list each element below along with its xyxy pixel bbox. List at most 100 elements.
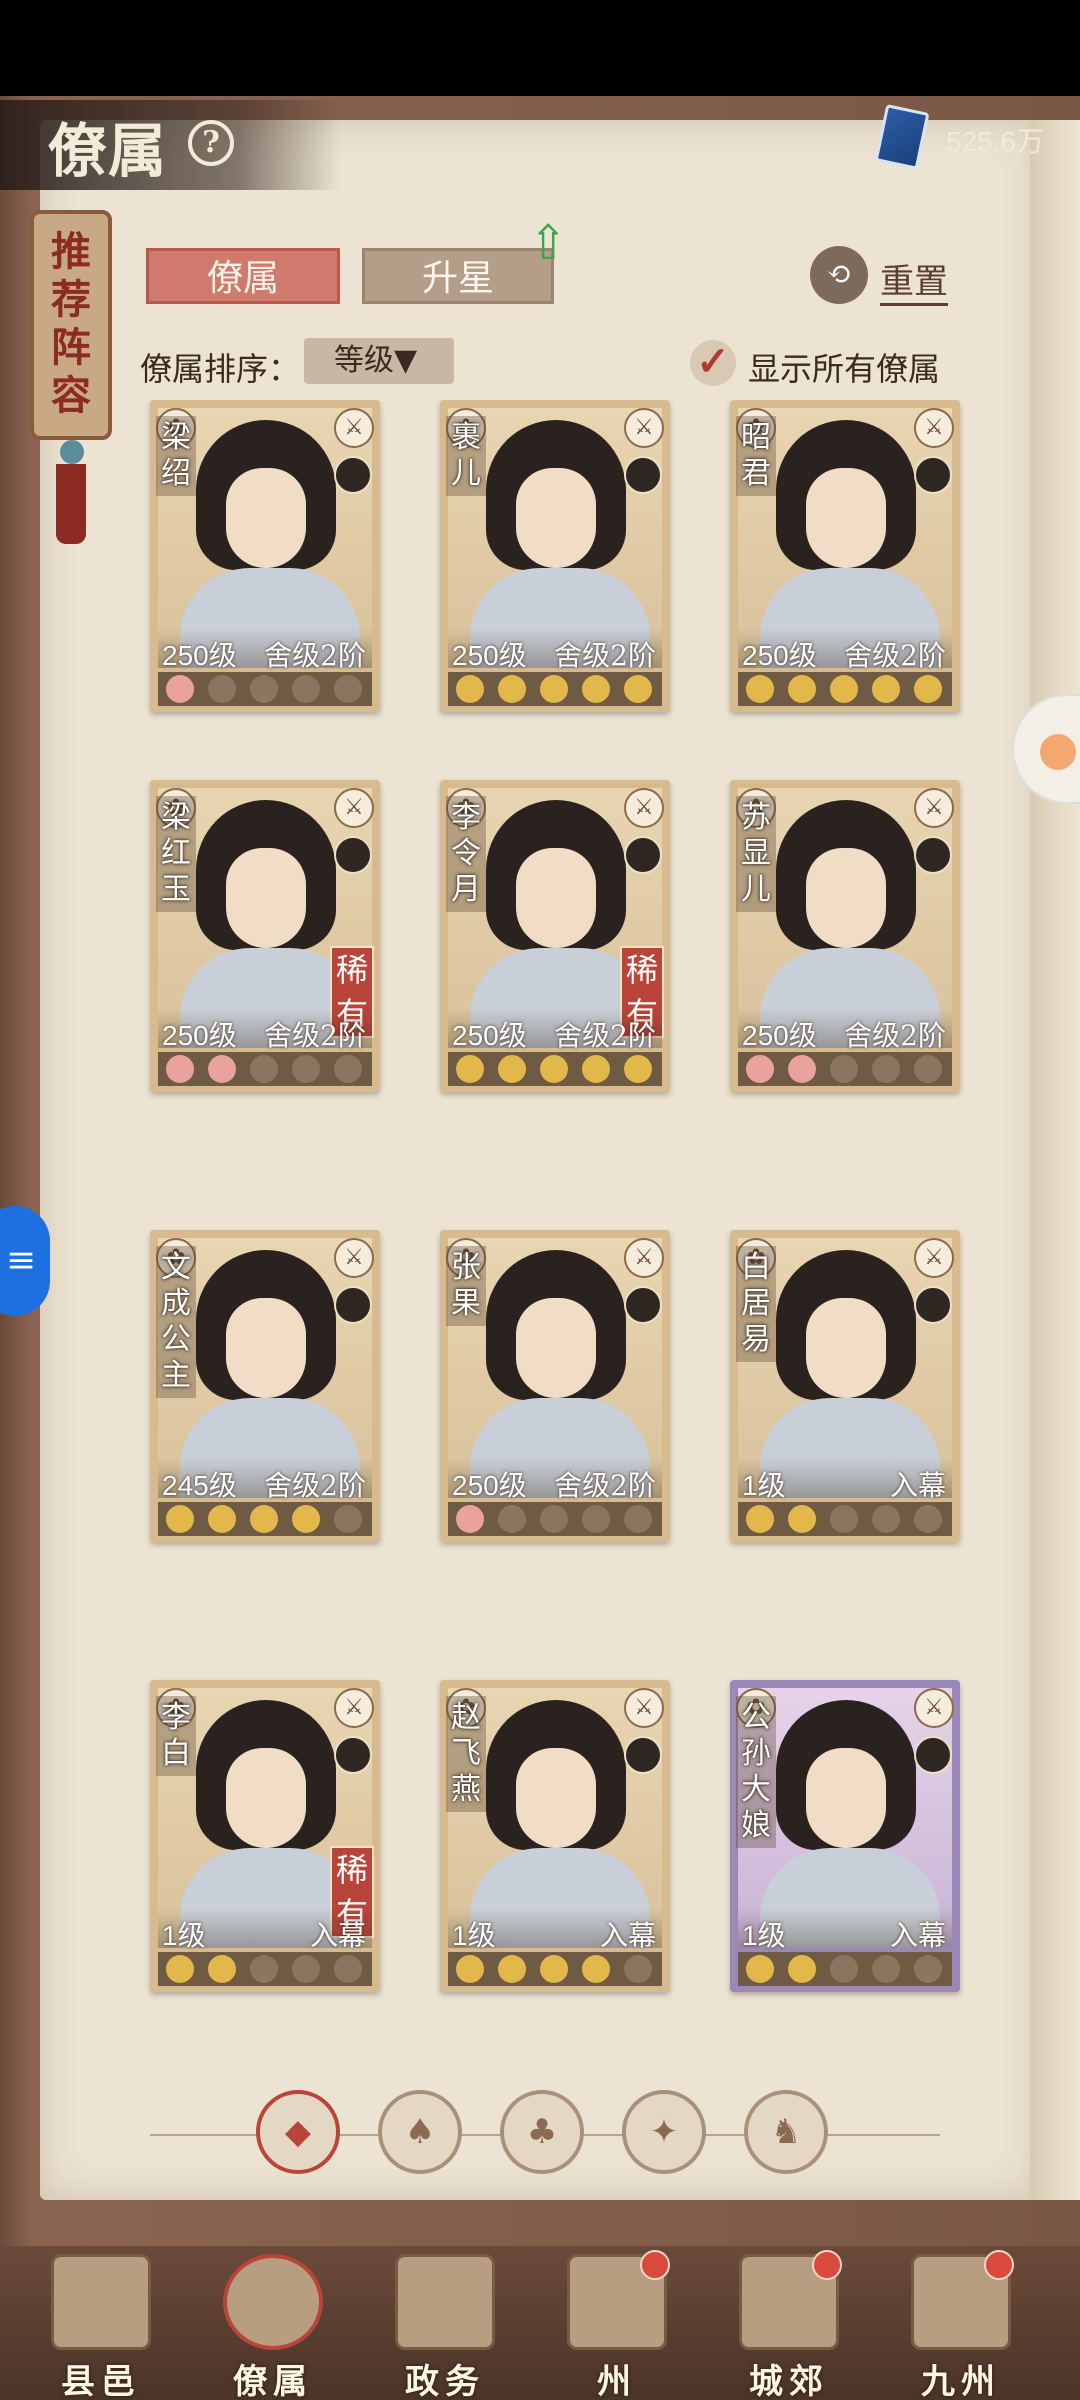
official-rank: 舍级2阶 [264, 1019, 366, 1052]
moon-star-icon [208, 675, 236, 703]
tab-officials[interactable]: 僚属 [146, 248, 340, 304]
partner-avatar [624, 836, 662, 874]
nav-item-label: 城郊 [749, 2362, 829, 2400]
sort-label: 僚属排序： [140, 350, 301, 388]
official-card[interactable]: ✿ ⚔ 昭君 250级 舍级2阶 [730, 400, 960, 712]
floating-assistant-button[interactable]: ≡ [0, 1206, 50, 1316]
upgrade-arrow-icon: ⇧ [528, 215, 569, 271]
nav-item[interactable]: 九州 [886, 2250, 1036, 2400]
moon-star-icon [166, 1055, 194, 1083]
official-name: 苏显儿 [736, 796, 776, 912]
all-filter-icon[interactable]: ◆ [256, 2090, 340, 2174]
moon-star-icon [746, 1505, 774, 1533]
help-icon[interactable]: ? [188, 120, 234, 166]
official-rank: 舍级2阶 [264, 639, 366, 672]
official-card[interactable]: ✿ ⚔ 白居易 1级 入幕 [730, 1230, 960, 1542]
gourd-filter-icon[interactable]: ♣ [500, 2090, 584, 2174]
nav-item[interactable]: 政务 [370, 2252, 520, 2400]
moon-star-icon [872, 675, 900, 703]
nav-item[interactable]: 僚属 [198, 2252, 348, 2400]
partner-avatar [914, 456, 952, 494]
official-name: 裹儿 [446, 416, 486, 496]
level-row: 250级 舍级2阶 [448, 1008, 662, 1052]
official-card[interactable]: ✿ ⚔ 公孙大娘 1级 入幕 [730, 1680, 960, 1992]
official-card[interactable]: ✿ ⚔ 梁绍 250级 舍级2阶 [150, 400, 380, 712]
partner-avatar [334, 836, 372, 874]
nav-item-label: 僚属 [233, 2362, 313, 2400]
portrait-face [806, 1298, 886, 1398]
official-name: 公孙大娘 [736, 1696, 776, 1848]
star-moons [158, 1052, 372, 1086]
moon-star-icon [830, 1505, 858, 1533]
moon-star-icon [292, 1955, 320, 1983]
official-level: 250级 [452, 1020, 527, 1051]
moon-star-icon [788, 1955, 816, 1983]
sort-dropdown[interactable]: 等级▼ [304, 338, 454, 384]
official-rank: 入幕 [599, 1919, 656, 1952]
official-card[interactable]: ✿ ⚔ 苏显儿 250级 舍级2阶 [730, 780, 960, 1092]
official-level: 1级 [452, 1920, 496, 1951]
portrait-face [226, 1748, 306, 1848]
portrait-face [516, 1748, 596, 1848]
nav-item[interactable]: 州 [542, 2250, 692, 2400]
reset-button[interactable]: 重置 [880, 254, 948, 306]
role-icon: ⚔ [914, 788, 954, 828]
official-rank: 舍级2阶 [554, 1469, 656, 1502]
official-level: 250级 [742, 1020, 817, 1051]
partner-avatar [334, 456, 372, 494]
page-title: 僚属 [48, 117, 169, 185]
moon-star-icon [456, 1955, 484, 1983]
partner-avatar [914, 1286, 952, 1324]
official-name: 昭君 [736, 416, 776, 496]
official-level: 1级 [162, 1920, 206, 1951]
official-name: 李白 [156, 1696, 196, 1776]
moon-star-icon [582, 1055, 610, 1083]
role-icon: ⚔ [334, 788, 374, 828]
star-moons [448, 672, 662, 706]
level-row: 250级 舍级2阶 [738, 1008, 952, 1052]
nav-item[interactable]: 城郊 [714, 2250, 864, 2400]
tab-star-upgrade[interactable]: 升星 [362, 248, 554, 304]
portrait-face [226, 468, 306, 568]
moon-star-icon [582, 1955, 610, 1983]
bell-filter-icon[interactable]: ♠ [378, 2090, 462, 2174]
nav-item[interactable]: 县邑 [26, 2252, 176, 2400]
star-moons [448, 1052, 662, 1086]
moon-star-icon [334, 1505, 362, 1533]
portrait-face [226, 1298, 306, 1398]
official-rank: 入幕 [889, 1919, 946, 1952]
official-card[interactable]: ✿ ⚔ 张果 250级 舍级2阶 [440, 1230, 670, 1542]
moon-star-icon [498, 1505, 526, 1533]
official-card[interactable]: ✿ ⚔ 赵飞燕 1级 入幕 [440, 1680, 670, 1992]
official-level: 250级 [452, 1470, 527, 1501]
official-rank: 舍级2阶 [264, 1469, 366, 1502]
card-frame: ✿ ⚔ 梁绍 250级 舍级2阶 [150, 400, 380, 712]
nav-item-label: 九州 [921, 2362, 1001, 2400]
level-row: 250级 舍级2阶 [738, 628, 952, 672]
moon-star-icon [624, 1505, 652, 1533]
moon-star-icon [830, 675, 858, 703]
beast-filter-icon[interactable]: ♞ [744, 2090, 828, 2174]
fan-filter-icon[interactable]: ✦ [622, 2090, 706, 2174]
moon-star-icon [456, 1055, 484, 1083]
show-all-checkbox[interactable]: ✓ [690, 340, 736, 386]
official-card[interactable]: ✿ ⚔ 李令月 稀有 250级 舍级2阶 [440, 780, 670, 1092]
official-card[interactable]: ✿ ⚔ 裹儿 250级 舍级2阶 [440, 400, 670, 712]
show-all-label[interactable]: 显示所有僚属 [748, 344, 940, 390]
official-name: 张果 [446, 1246, 486, 1326]
level-row: 250级 舍级2阶 [448, 1458, 662, 1502]
moon-star-icon [166, 1955, 194, 1983]
moon-star-icon [872, 1505, 900, 1533]
level-row: 1级 入幕 [448, 1908, 662, 1952]
moon-star-icon [498, 675, 526, 703]
official-card[interactable]: ✿ ⚔ 文成公主 245级 舍级2阶 [150, 1230, 380, 1542]
moon-star-icon [166, 675, 194, 703]
role-icon: ⚔ [624, 408, 664, 448]
official-card[interactable]: ✿ ⚔ 梁红玉 稀有 250级 舍级2阶 [150, 780, 380, 1092]
reset-icon[interactable]: ⟲ [810, 246, 868, 304]
official-card[interactable]: ✿ ⚔ 李白 稀有 1级 入幕 [150, 1680, 380, 1992]
star-moons [158, 1952, 372, 1986]
official-name: 梁红玉 [156, 796, 196, 912]
moon-star-icon [788, 1055, 816, 1083]
moon-star-icon [250, 675, 278, 703]
